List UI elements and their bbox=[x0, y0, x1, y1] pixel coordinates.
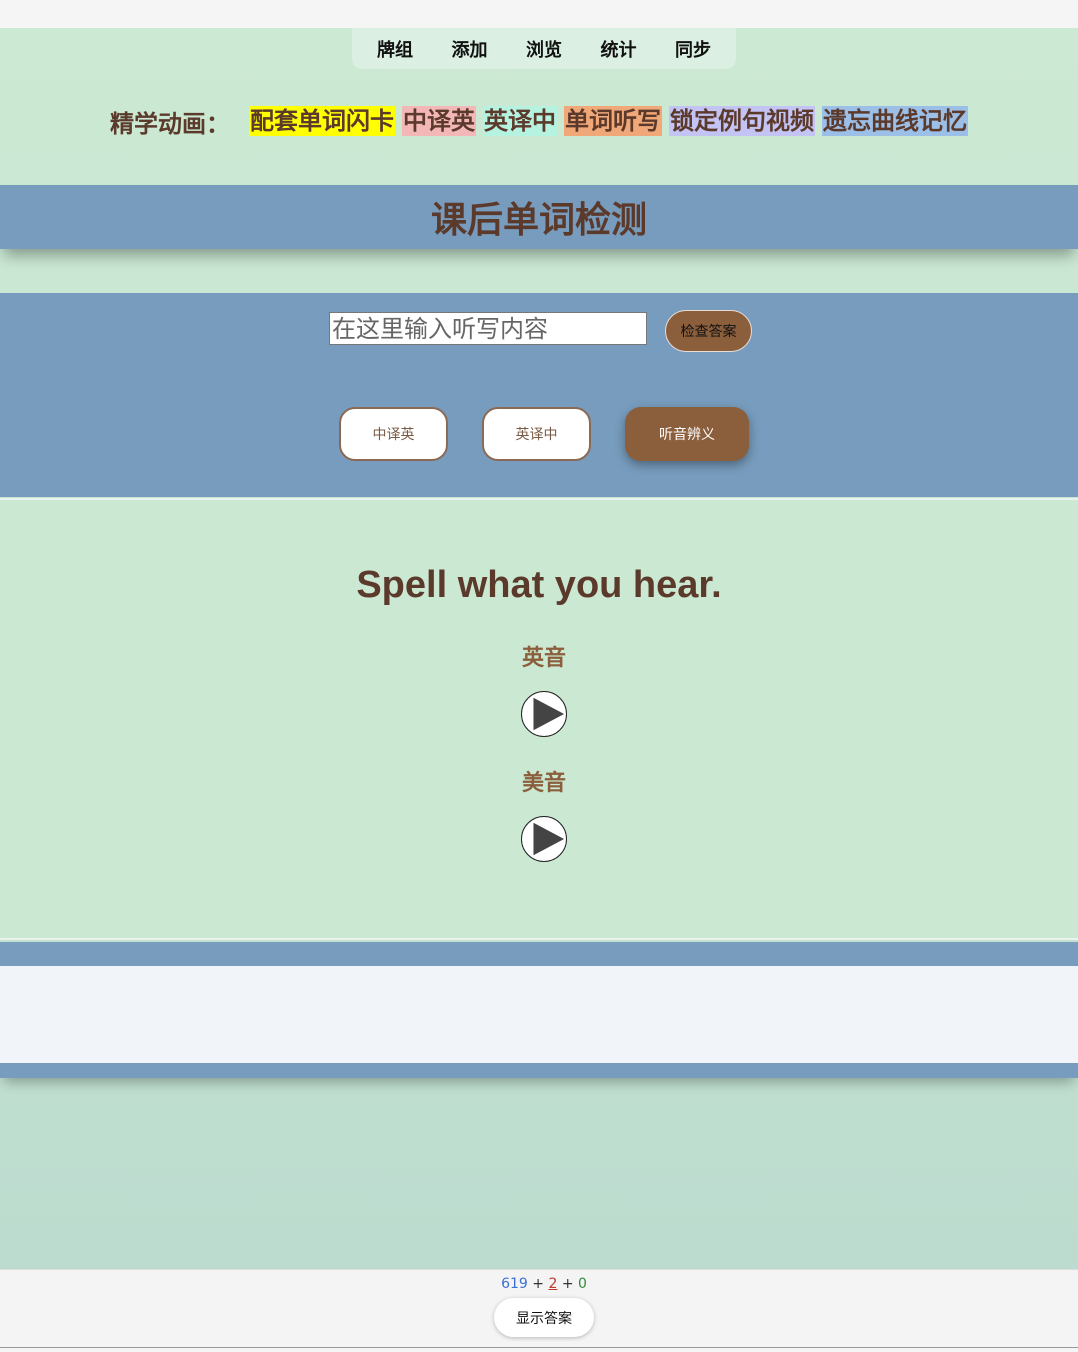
us-play-button[interactable] bbox=[521, 816, 567, 862]
link-forgetting-curve[interactable]: 遗忘曲线记忆 bbox=[822, 106, 968, 136]
title-band: 课后单词检测 bbox=[0, 185, 1078, 249]
mode-en-zh-button[interactable]: 英译中 bbox=[482, 407, 591, 461]
nav-sync[interactable]: 同步 bbox=[656, 36, 731, 62]
link-zh-en[interactable]: 中译英 bbox=[402, 106, 476, 136]
plus-sign: + bbox=[561, 1276, 574, 1292]
nav-browse[interactable]: 浏览 bbox=[507, 36, 582, 62]
animation-links-row: 精学动画： 配套单词闪卡 中译英 英译中 单词听写 锁定例句视频 遗忘曲线记忆 bbox=[110, 106, 968, 138]
divider bbox=[0, 1347, 1078, 1348]
window-top-strip bbox=[0, 0, 1078, 28]
quiz-card: Spell what you hear. 英音 美音 bbox=[0, 498, 1078, 940]
nav-add[interactable]: 添加 bbox=[432, 36, 507, 62]
answer-band bbox=[0, 942, 1078, 1078]
nav-stats[interactable]: 统计 bbox=[581, 36, 656, 62]
mode-zh-en-button[interactable]: 中译英 bbox=[339, 407, 448, 461]
animation-links-label: 精学动画： bbox=[110, 109, 230, 138]
link-en-zh[interactable]: 英译中 bbox=[483, 106, 557, 136]
page-title: 课后单词检测 bbox=[430, 200, 647, 241]
plus-sign: + bbox=[532, 1276, 544, 1292]
link-flashcards[interactable]: 配套单词闪卡 bbox=[249, 106, 395, 136]
uk-play-button[interactable] bbox=[521, 691, 567, 737]
link-example-video[interactable]: 锁定例句视频 bbox=[669, 106, 815, 136]
input-panel: 检查答案 中译英 英译中 听音辨义 bbox=[0, 293, 1078, 497]
link-dictation[interactable]: 单词听写 bbox=[564, 106, 662, 136]
new-count: 619 bbox=[501, 1276, 528, 1292]
check-answer-button[interactable]: 检查答案 bbox=[665, 310, 752, 352]
review-footer: 619 + 2 + 0 显示答案 bbox=[0, 1269, 1078, 1352]
uk-accent-label: 英音 bbox=[521, 646, 566, 671]
review-count: 0 bbox=[578, 1276, 587, 1292]
dictation-input[interactable] bbox=[329, 312, 647, 345]
quiz-prompt: Spell what you hear. bbox=[356, 564, 722, 606]
play-icon bbox=[533, 822, 565, 856]
show-answer-button[interactable]: 显示答案 bbox=[494, 1298, 594, 1337]
learn-count: 2 bbox=[548, 1276, 558, 1292]
nav-decks[interactable]: 牌组 bbox=[358, 36, 433, 62]
due-counts: 619 + 2 + 0 bbox=[0, 1276, 1078, 1292]
us-accent-label: 美音 bbox=[521, 771, 566, 796]
top-nav: 牌组 添加 浏览 统计 同步 bbox=[352, 28, 736, 69]
answer-area bbox=[0, 966, 1078, 1063]
mode-listen-button[interactable]: 听音辨义 bbox=[625, 407, 749, 461]
card-area: 牌组 添加 浏览 统计 同步 精学动画： 配套单词闪卡 中译英 英译中 单词听写… bbox=[0, 28, 1078, 1269]
play-icon bbox=[533, 697, 565, 731]
